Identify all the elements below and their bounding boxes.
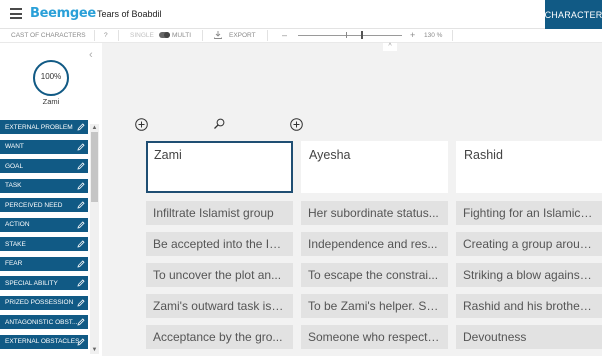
character-column-header[interactable]: Rashid xyxy=(456,141,602,193)
category-label: SPECIAL ABILITY xyxy=(5,279,58,287)
menu-icon[interactable] xyxy=(10,8,22,19)
category-item[interactable]: STAKE xyxy=(0,237,88,251)
character-cell[interactable]: Acceptance by the gro... xyxy=(146,325,293,349)
category-label: WANT xyxy=(5,143,24,150)
character-cell[interactable]: Zami's outward task is t... xyxy=(146,294,293,318)
character-mode-button[interactable]: CHARACTER xyxy=(545,0,602,29)
category-item[interactable]: EXTERNAL OBSTACLES xyxy=(0,334,88,349)
pencil-icon[interactable] xyxy=(77,220,85,229)
character-name: Zami xyxy=(42,97,60,106)
scroll-down-icon[interactable]: ▼ xyxy=(90,346,99,354)
character-cell[interactable]: To be Zami's helper. Sh... xyxy=(301,294,448,318)
pencil-icon[interactable] xyxy=(77,279,85,287)
character-cell[interactable]: Fighting for an Islamic s... xyxy=(456,201,602,225)
export-button[interactable]: EXPORT xyxy=(229,32,256,39)
category-label: TASK xyxy=(5,182,22,189)
add-character-right-icon[interactable] xyxy=(290,118,303,131)
help-button[interactable]: ? xyxy=(104,32,108,39)
divider xyxy=(94,30,95,41)
expand-up-icon[interactable]: ^ xyxy=(383,43,397,51)
pencil-icon[interactable] xyxy=(77,162,85,170)
pencil-icon[interactable] xyxy=(77,181,85,190)
category-label: PERCEIVED NEED xyxy=(5,201,63,209)
pencil-icon[interactable] xyxy=(77,123,85,131)
category-item[interactable]: WANT xyxy=(0,139,88,154)
character-cell[interactable]: Her subordinate status... xyxy=(301,201,448,225)
character-cell[interactable]: Infiltrate Islamist group xyxy=(146,201,293,225)
character-cell[interactable]: Devoutness xyxy=(456,325,602,349)
download-icon[interactable] xyxy=(214,31,222,39)
top-bar: Beemgee Tears of Boabdil CHARACTER xyxy=(0,0,602,29)
pencil-icon[interactable] xyxy=(77,240,85,248)
character-cell[interactable]: Be accepted into the Isl... xyxy=(146,232,293,256)
character-cell[interactable]: To escape the constrai... xyxy=(301,263,448,287)
character-cell[interactable]: Creating a group aroun... xyxy=(456,232,602,256)
document-title: Tears of Boabdil xyxy=(97,9,162,19)
toolbar: CAST OF CHARACTERS ? SINGLE MULTI EXPORT… xyxy=(0,29,602,43)
category-item[interactable]: PRIZED POSSESSION xyxy=(0,295,88,310)
category-item[interactable]: TASK xyxy=(0,178,88,193)
zoom-slider-track[interactable] xyxy=(298,35,402,36)
category-item[interactable]: FEAR xyxy=(0,256,88,271)
category-label: FEAR xyxy=(5,260,23,267)
pencil-icon[interactable] xyxy=(77,259,85,268)
character-cell[interactable]: Striking a blow against ... xyxy=(456,263,602,287)
category-label: PRIZED POSSESSION xyxy=(5,299,74,306)
divider xyxy=(118,30,119,41)
zoom-slider-mark xyxy=(346,32,347,38)
scroll-up-icon[interactable]: ▲ xyxy=(90,124,99,132)
category-label: EXTERNAL PROBLEM xyxy=(5,123,73,131)
category-label: ANTAGONISTIC OBST... xyxy=(5,318,78,326)
category-item[interactable]: ACTION xyxy=(0,217,88,232)
multi-label[interactable]: MULTI xyxy=(172,32,191,39)
category-item[interactable]: SPECIAL ABILITY xyxy=(0,276,88,290)
single-label[interactable]: SINGLE xyxy=(130,32,154,39)
zoom-in-button[interactable]: + xyxy=(410,30,415,40)
category-item[interactable]: ANTAGONISTIC OBST... xyxy=(0,315,88,329)
divider xyxy=(452,30,453,41)
character-column-header[interactable]: Ayesha xyxy=(301,141,448,193)
cast-of-characters-button[interactable]: CAST OF CHARACTERS xyxy=(11,32,86,39)
scroll-thumb[interactable] xyxy=(91,132,98,202)
character-column-header[interactable]: Zami xyxy=(146,141,293,193)
brand-logo[interactable]: Beemgee xyxy=(30,6,96,21)
category-label: GOAL xyxy=(5,162,24,170)
category-label: STAKE xyxy=(5,240,26,248)
zoom-slider-handle[interactable] xyxy=(361,31,364,39)
pencil-icon[interactable] xyxy=(77,337,85,346)
pencil-icon[interactable] xyxy=(77,298,85,307)
divider xyxy=(267,30,268,41)
pencil-icon[interactable] xyxy=(77,142,85,151)
single-multi-toggle[interactable] xyxy=(159,32,170,38)
collapse-panel-icon[interactable]: ‹ xyxy=(89,49,93,61)
category-scrollbar[interactable]: ▲ ▼ xyxy=(90,124,99,354)
category-label: EXTERNAL OBSTACLES xyxy=(5,338,80,345)
category-item[interactable]: GOAL xyxy=(0,159,88,173)
progress-value: 100% xyxy=(40,72,62,81)
character-cell[interactable]: To uncover the plot an... xyxy=(146,263,293,287)
character-panel: ‹ 100% Zami EXTERNAL PROBLEM WANT GOAL TASK… xyxy=(0,43,102,356)
zoom-out-button[interactable]: – xyxy=(282,30,287,40)
category-list: EXTERNAL PROBLEM WANT GOAL TASK PERCEIVED NE… xyxy=(0,120,88,354)
character-cell[interactable]: Rashid and his brother ... xyxy=(456,294,602,318)
pencil-icon[interactable] xyxy=(77,318,85,326)
add-character-left-icon[interactable] xyxy=(135,118,148,131)
category-label: ACTION xyxy=(5,221,30,228)
pencil-icon[interactable] xyxy=(77,201,85,209)
category-item[interactable]: PERCEIVED NEED xyxy=(0,198,88,212)
search-icon[interactable] xyxy=(213,118,225,130)
character-cell[interactable]: Independence and res... xyxy=(301,232,448,256)
zoom-level: 130 % xyxy=(424,32,443,39)
character-cell[interactable]: Someone who respects... xyxy=(301,325,448,349)
category-item[interactable]: EXTERNAL PROBLEM xyxy=(0,120,88,134)
divider xyxy=(202,30,203,41)
